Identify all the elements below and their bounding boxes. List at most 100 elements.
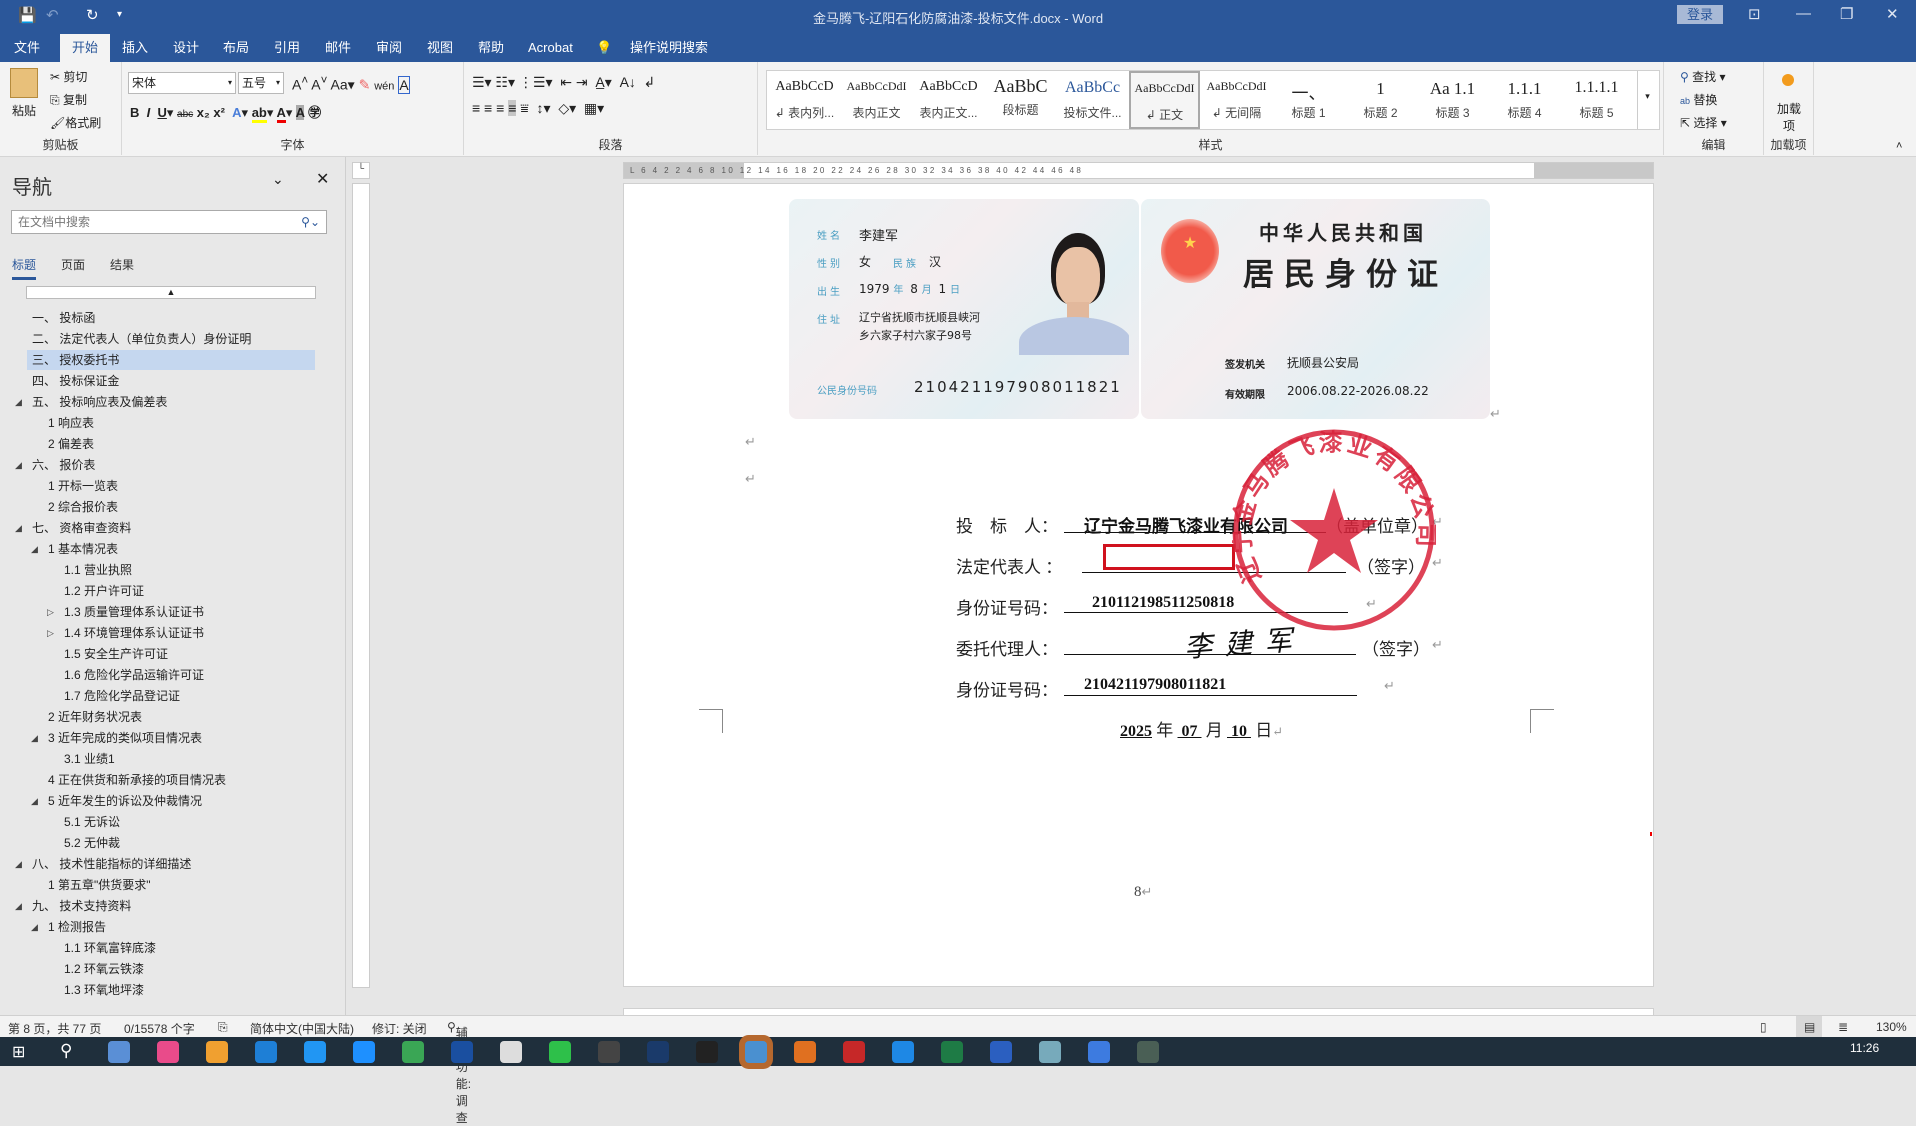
align-buttons[interactable]: ≡ ≡ ≡ ≡ ⩸ ↕▾ ◇▾ ▦▾ bbox=[472, 100, 604, 117]
print-layout-icon[interactable]: ▤ bbox=[1796, 1016, 1822, 1037]
taskbar-app-icon[interactable] bbox=[108, 1041, 130, 1063]
taskbar-app-icon[interactable] bbox=[206, 1041, 228, 1063]
track-changes[interactable]: 修订: 关闭 bbox=[372, 1020, 427, 1037]
nav-heading-item[interactable]: 1.6 危险化学品运输许可证 bbox=[27, 665, 315, 685]
style-item[interactable]: 1.1.1 标题 4 bbox=[1489, 71, 1560, 129]
expand-icon[interactable]: ▷ bbox=[47, 602, 54, 622]
list-buttons[interactable]: ☰▾ ☷▾ ⋮☰▾ ⇤ ⇥ A̲▾ A↓ ↲ bbox=[472, 74, 655, 91]
nav-tab-headings[interactable]: 标题 bbox=[12, 256, 37, 280]
windows-start-icon[interactable]: ⊞ bbox=[12, 1042, 25, 1062]
nav-heading-item[interactable]: 1 第五章"供货要求" bbox=[27, 875, 315, 895]
nav-heading-item[interactable]: ◢ 五、 投标响应表及偏差表 bbox=[15, 392, 315, 412]
collapse-icon[interactable]: ◢ bbox=[15, 518, 22, 538]
taskbar-app-icon[interactable] bbox=[598, 1041, 620, 1063]
tab-help[interactable]: 帮助 bbox=[468, 34, 514, 62]
document-page[interactable]: 姓名 李建军 性别 女 民族 汉 出生 1979 年 8 月 1 日 住址 辽宁… bbox=[623, 183, 1654, 987]
taskbar-app-icon[interactable] bbox=[990, 1041, 1012, 1063]
tab-acrobat[interactable]: Acrobat bbox=[518, 34, 583, 62]
taskbar-app-icon[interactable] bbox=[1039, 1041, 1061, 1063]
font-size-select[interactable]: 五号 ▾ bbox=[238, 72, 284, 94]
styles-more-button[interactable]: ▾ bbox=[1637, 71, 1657, 129]
nav-search-input[interactable]: 在文档中搜索 ⚲⌄ bbox=[11, 210, 327, 234]
format-painter-button[interactable]: 🖌格式刷 bbox=[50, 114, 101, 131]
nav-heading-item[interactable]: ▷ 1.3 质量管理体系认证证书 bbox=[27, 602, 315, 622]
taskbar-app-icon[interactable] bbox=[255, 1041, 277, 1063]
close-button[interactable]: ✕ bbox=[1886, 5, 1899, 23]
style-item[interactable]: 一、 标题 1 bbox=[1273, 71, 1344, 129]
nav-heading-item[interactable]: 二、 法定代表人（单位负责人）身份证明 bbox=[27, 329, 315, 349]
page-count[interactable]: 第 8 页，共 77 页 bbox=[8, 1020, 101, 1037]
nav-heading-item[interactable]: 2 综合报价表 bbox=[27, 497, 315, 517]
copy-button[interactable]: ⎘ 复制 bbox=[50, 91, 87, 108]
taskbar-app-icon[interactable] bbox=[500, 1041, 522, 1063]
nav-heading-item[interactable]: ◢ 1 基本情况表 bbox=[27, 539, 315, 559]
font-format-buttons[interactable]: B I U▾ abc x₂ x² A▾ ab▾ A▾ A ㊫ bbox=[130, 102, 321, 123]
taskbar-app-icon[interactable] bbox=[941, 1041, 963, 1063]
style-item[interactable]: AaBbCcDdI 表内正文 bbox=[841, 71, 912, 129]
taskbar-app-icon[interactable] bbox=[549, 1041, 571, 1063]
taskbar-app-icon[interactable] bbox=[647, 1041, 669, 1063]
read-mode-icon[interactable]: ▯ bbox=[1760, 1020, 1767, 1034]
expand-icon[interactable]: ▷ bbox=[47, 623, 54, 643]
taskbar-app-icon[interactable] bbox=[745, 1041, 767, 1063]
nav-heading-item[interactable]: 四、 投标保证金 bbox=[27, 371, 315, 391]
tab-selector[interactable]: └ bbox=[352, 162, 370, 179]
web-layout-icon[interactable]: ≣ bbox=[1838, 1020, 1848, 1034]
taskbar-app-icon[interactable] bbox=[1088, 1041, 1110, 1063]
collapse-icon[interactable]: ◢ bbox=[15, 896, 22, 916]
tab-file[interactable]: 文件 bbox=[4, 34, 50, 62]
zoom-level[interactable]: 130% bbox=[1876, 1020, 1907, 1034]
tab-home[interactable]: 开始 bbox=[60, 34, 111, 62]
select-button[interactable]: ⇱ 选择 ▾ bbox=[1680, 114, 1727, 131]
style-item[interactable]: AaBbCcD 表内正文... bbox=[913, 71, 984, 129]
tab-mailings[interactable]: 邮件 bbox=[315, 34, 361, 62]
nav-heading-item[interactable]: 1.7 危险化学品登记证 bbox=[27, 686, 315, 706]
taskbar-app-icon[interactable] bbox=[304, 1041, 326, 1063]
tab-view[interactable]: 视图 bbox=[417, 34, 463, 62]
nav-options-icon[interactable]: ⌄ bbox=[272, 171, 284, 188]
nav-heading-item[interactable]: 5.1 无诉讼 bbox=[27, 812, 315, 832]
nav-tab-pages[interactable]: 页面 bbox=[61, 256, 85, 273]
nav-heading-item[interactable]: 4 正在供货和新承接的项目情况表 bbox=[27, 770, 315, 790]
nav-heading-item[interactable]: ◢ 1 检测报告 bbox=[27, 917, 315, 937]
tab-references[interactable]: 引用 bbox=[264, 34, 310, 62]
style-item[interactable]: 1.1.1.1 标题 5 bbox=[1561, 71, 1632, 129]
addins-button[interactable]: 加载项 bbox=[1777, 100, 1801, 134]
paste-button[interactable]: 粘贴 bbox=[12, 102, 36, 119]
paste-icon[interactable] bbox=[10, 68, 38, 98]
nav-heading-item[interactable]: 3.1 业绩1 bbox=[27, 749, 315, 769]
font-name-select[interactable]: 宋体 ▾ bbox=[128, 72, 236, 94]
nav-heading-item[interactable]: 1.1 营业执照 bbox=[27, 560, 315, 580]
nav-heading-item[interactable]: ◢ 九、 技术支持资料 bbox=[15, 896, 315, 916]
find-button[interactable]: ⚲ 查找 ▾ bbox=[1680, 68, 1726, 85]
style-item[interactable]: AaBbCc 投标文件... bbox=[1057, 71, 1128, 129]
collapse-icon[interactable]: ◢ bbox=[31, 539, 38, 559]
taskbar-app-icon[interactable] bbox=[157, 1041, 179, 1063]
collapse-icon[interactable]: ◢ bbox=[31, 728, 38, 748]
collapse-all-icon[interactable]: ▲ bbox=[26, 286, 316, 299]
taskbar-app-icon[interactable] bbox=[696, 1041, 718, 1063]
tab-review[interactable]: 审阅 bbox=[366, 34, 412, 62]
nav-heading-item[interactable]: 1.2 环氧云铁漆 bbox=[27, 959, 315, 979]
nav-heading-item[interactable]: 1.5 安全生产许可证 bbox=[27, 644, 315, 664]
collapse-ribbon-icon[interactable]: ˄ bbox=[1896, 140, 1902, 152]
taskbar-app-icon[interactable] bbox=[402, 1041, 424, 1063]
nav-close-icon[interactable]: ✕ bbox=[316, 169, 329, 189]
collapse-icon[interactable]: ◢ bbox=[15, 455, 22, 475]
replace-button[interactable]: ab 替换 bbox=[1680, 91, 1717, 108]
nav-heading-item[interactable]: 5.2 无仲裁 bbox=[27, 833, 315, 853]
accessibility[interactable]: ⚲ 辅助功能: 调查 bbox=[447, 1020, 471, 1125]
nav-tab-results[interactable]: 结果 bbox=[110, 256, 134, 273]
style-item[interactable]: AaBbCcD ↲ 表内列... bbox=[769, 71, 840, 129]
nav-heading-item[interactable]: ▷ 1.4 环境管理体系认证证书 bbox=[27, 623, 315, 643]
style-item[interactable]: AaBbCcDdI ↲ 无间隔 bbox=[1201, 71, 1272, 129]
ribbon-display-icon[interactable]: ⊡ bbox=[1748, 5, 1761, 23]
tab-layout[interactable]: 布局 bbox=[213, 34, 259, 62]
taskbar-app-icon[interactable] bbox=[892, 1041, 914, 1063]
nav-heading-item[interactable]: ◢ 七、 资格审查资料 bbox=[15, 518, 315, 538]
proofing-icon[interactable]: ⎘ bbox=[218, 1020, 228, 1035]
style-item[interactable]: Aa 1.1 标题 3 bbox=[1417, 71, 1488, 129]
taskbar-app-icon[interactable] bbox=[451, 1041, 473, 1063]
nav-heading-item[interactable]: 1.1 环氧富锌底漆 bbox=[27, 938, 315, 958]
taskbar-app-icon[interactable] bbox=[843, 1041, 865, 1063]
